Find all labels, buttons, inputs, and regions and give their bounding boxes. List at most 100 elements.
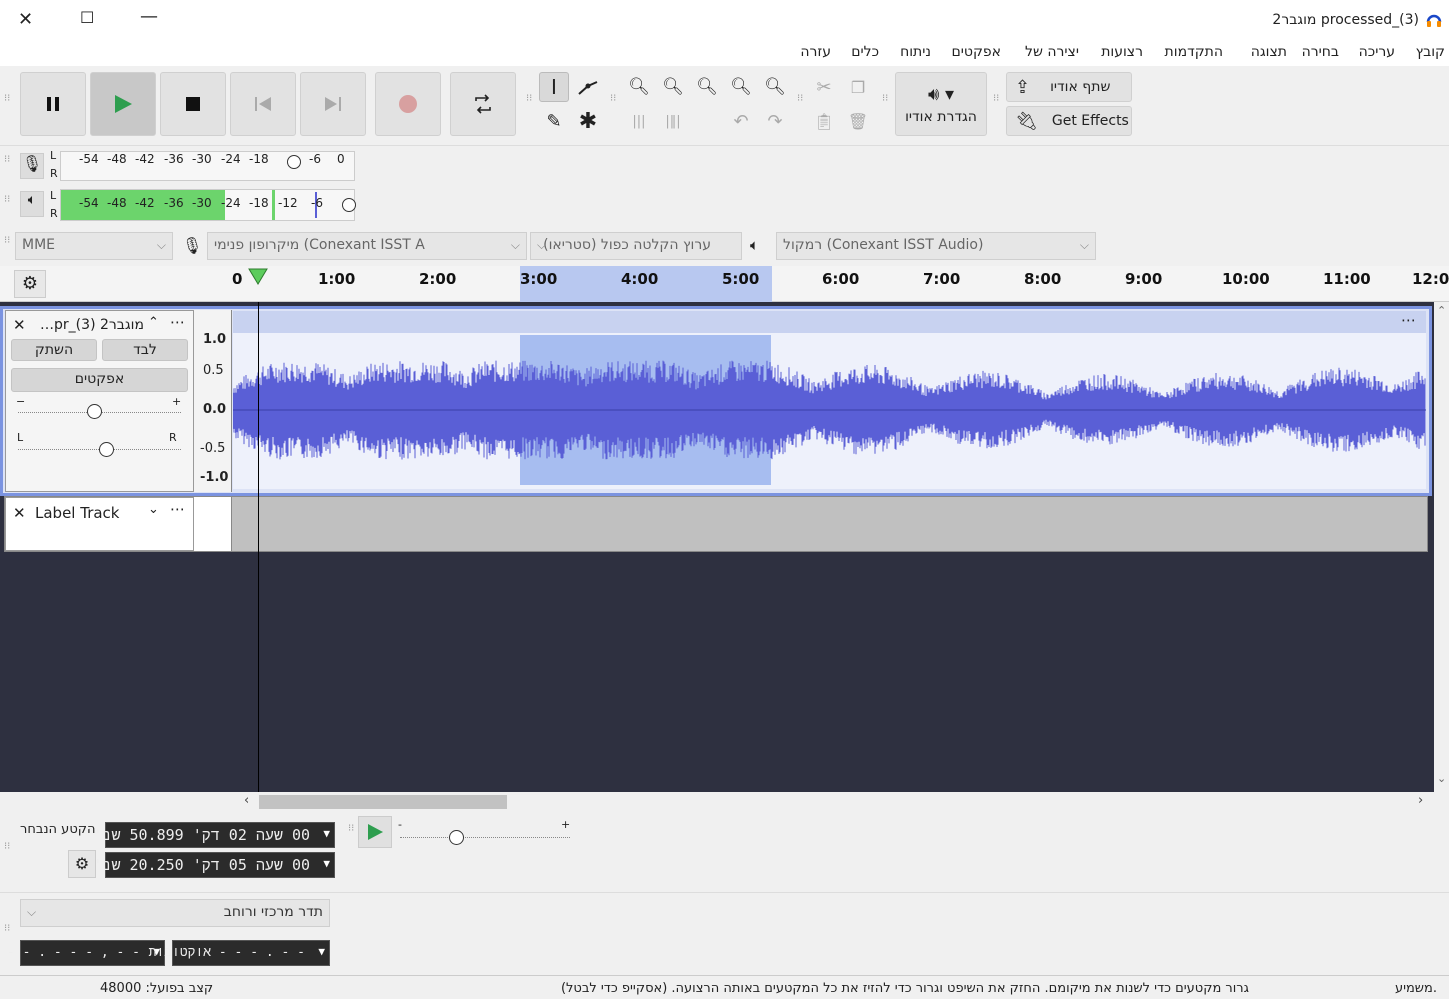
selection-settings-button[interactable]: ⚙ (68, 850, 96, 878)
clip-menu-button[interactable]: ⋯ (1401, 311, 1416, 329)
bandwidth-octaves-field[interactable]: - - . - - - אוקטובות ▼ (149, 940, 330, 966)
zoom-toggle-button[interactable]: 🔍︎ (760, 72, 790, 102)
draw-tool-button[interactable]: ✎ (539, 106, 569, 136)
close-track-button[interactable]: ✕ (13, 504, 26, 522)
track-menu-button[interactable]: ⋯ (170, 313, 185, 331)
pan-slider-thumb[interactable] (99, 442, 114, 457)
label-track-name[interactable]: Label Track (35, 504, 120, 522)
selection-start-time[interactable]: 00 שעה 02 דק' 50.899 שנ' ▼ (93, 822, 335, 848)
record-button[interactable] (375, 72, 441, 136)
speed-slider-thumb[interactable] (449, 830, 464, 845)
trim-button[interactable]: ||| (624, 106, 654, 136)
menu-tools[interactable]: כלים (851, 44, 879, 60)
menu-effects[interactable]: אפקטים (951, 44, 1001, 60)
toolbar-grip-icon[interactable]: ⁝⁝ (4, 842, 10, 852)
envelope-tool-button[interactable] (573, 72, 603, 102)
playback-level-slider-thumb[interactable] (342, 198, 356, 212)
toolbar-grip-icon[interactable]: ⁝⁝ (797, 94, 803, 104)
horizontal-scrollbar[interactable]: ‹ › (232, 792, 1449, 812)
selection-tool-button[interactable]: I (539, 72, 569, 102)
paste-button[interactable]: 📋︎ (809, 106, 839, 136)
clip-header[interactable] (233, 311, 1426, 333)
menu-select[interactable]: בחירה (1302, 44, 1339, 60)
minimize-window-button[interactable]: — (140, 6, 158, 27)
skip-end-button[interactable] (300, 72, 366, 136)
collapse-track-button[interactable]: ⌃ (148, 315, 159, 330)
close-window-button[interactable]: ✕ (18, 9, 33, 30)
copy-button[interactable]: ❐ (843, 72, 873, 102)
skip-start-button[interactable] (230, 72, 296, 136)
selection-end-time[interactable]: 00 שעה 05 דק' 20.250 שנ' ▼ (93, 852, 335, 878)
record-meter-button[interactable]: 🎙︎ (20, 153, 44, 179)
toolbar-grip-icon[interactable]: ⁝⁝ (4, 155, 10, 165)
silence-button[interactable]: |‖| (658, 106, 688, 136)
menu-edit[interactable]: עריכה (1359, 44, 1395, 60)
toolbar-grip-icon[interactable]: ⁝⁝ (610, 94, 616, 104)
share-audio-button[interactable]: ⇪ שתף אודיו (1006, 72, 1132, 102)
recording-channels-select[interactable]: ערוץ הקלטה כפול (סטריאו) ⌵ (530, 232, 742, 260)
fit-project-button[interactable]: 🔍︎ (726, 72, 756, 102)
maximize-window-button[interactable]: ☐ (80, 8, 94, 27)
record-level-slider-thumb[interactable] (287, 155, 301, 169)
playback-device-select[interactable]: רמקול (Conexant ISST Audio) ⌵ (776, 232, 1096, 260)
horizontal-scroll-thumb[interactable] (259, 795, 507, 809)
toolbar-grip-icon[interactable]: ⁝⁝ (4, 94, 10, 104)
audio-setup-button[interactable]: 🔊︎ ▾ הגדרת אודיו (895, 72, 987, 136)
speed-slider-track[interactable] (400, 837, 570, 838)
play-meter[interactable]: -54 -48 -42 -36 -30 -24 -18 -12 -6 (60, 189, 356, 221)
undo-button[interactable]: ↶ (726, 106, 756, 136)
cut-button[interactable]: ✂ (809, 72, 839, 102)
menu-generate[interactable]: יצירה של (1025, 44, 1079, 60)
play-at-speed-button[interactable] (358, 816, 392, 848)
play-meter-button[interactable]: 🔈︎ (20, 191, 44, 217)
gain-slider-thumb[interactable] (87, 404, 102, 419)
expand-track-button[interactable]: ⌄ (148, 502, 159, 517)
delete-button[interactable]: 🗑︎ (843, 106, 873, 136)
menu-file[interactable]: קובץ (1416, 44, 1445, 60)
menu-transport[interactable]: התקדמות (1165, 44, 1223, 60)
stop-button[interactable] (160, 72, 226, 136)
center-frequency-field[interactable]: - - , - - - . - - הרץ▼ (0, 940, 165, 966)
loop-button[interactable] (450, 72, 516, 136)
toolbar-grip-icon[interactable]: ⁝⁝ (348, 824, 354, 834)
pause-button[interactable] (20, 72, 86, 136)
multi-tool-button[interactable]: ✱ (573, 106, 603, 136)
toolbar-grip-icon[interactable]: ⁝⁝ (993, 94, 999, 104)
menu-view[interactable]: תצוגה (1251, 44, 1287, 60)
track-name[interactable]: מוגבר2 (3)_pr… (34, 317, 144, 333)
track-effects-button[interactable]: אפקטים (11, 368, 188, 392)
mute-button[interactable]: השתק (11, 339, 97, 361)
menu-help[interactable]: עזרה (800, 44, 831, 60)
fit-selection-button[interactable]: 🔍︎ (692, 72, 722, 102)
vertical-scrollbar[interactable]: ⌃ ⌄ (1434, 302, 1449, 792)
amplitude-scale[interactable]: 1.0 0.5 0.0 -0.5 -1.0 (194, 310, 232, 492)
toolbar-grip-icon[interactable]: ⁝⁝ (526, 94, 532, 104)
scroll-down-icon[interactable]: ⌄ (1437, 772, 1446, 785)
spectral-frequency-select[interactable]: תדר מרכזי ורוחב ⌵ (20, 899, 330, 927)
play-head-marker-icon[interactable] (248, 268, 268, 286)
scroll-right-icon[interactable]: › (1418, 793, 1423, 808)
scroll-left-icon[interactable]: ‹ (244, 793, 249, 808)
toolbar-grip-icon[interactable]: ⁝⁝ (4, 924, 10, 934)
play-button[interactable] (90, 72, 156, 136)
zoom-in-button[interactable]: 🔍︎ (624, 72, 654, 102)
zoom-out-button[interactable]: 🔍︎ (658, 72, 688, 102)
close-track-button[interactable]: ✕ (13, 316, 26, 334)
timeline-settings-button[interactable]: ⚙ (14, 270, 46, 298)
menu-tracks[interactable]: רצועות (1101, 44, 1143, 60)
toolbar-grip-icon[interactable]: ⁝⁝ (882, 94, 888, 104)
menu-analyze[interactable]: ניתוח (900, 44, 931, 60)
redo-button[interactable]: ↷ (760, 106, 790, 136)
toolbar-grip-icon[interactable]: ⁝⁝ (4, 195, 10, 205)
record-meter[interactable]: -54 -48 -42 -36 -30 -24 -18 -12 -6 0 (60, 151, 355, 181)
scroll-up-icon[interactable]: ⌃ (1437, 304, 1446, 317)
audio-host-select[interactable]: MME ⌵ (15, 232, 173, 260)
track-menu-button[interactable]: ⋯ (170, 500, 185, 518)
tracks-area[interactable]: ✕ מוגבר2 (3)_pr… ⌃ ⋯ השתק לבד אפקטים − +… (0, 302, 1434, 792)
toolbar-grip-icon[interactable]: ⁝⁝ (4, 236, 10, 246)
get-effects-button[interactable]: 🔌︎ Get Effects (1006, 106, 1132, 136)
recording-device-select[interactable]: מיקרופון פנימי (Conexant ISST A ⌵ (207, 232, 527, 260)
audio-clip[interactable]: ⋯ (233, 311, 1426, 489)
solo-button[interactable]: לבד (102, 339, 188, 361)
timeline-ruler[interactable]: ⚙ 0 1:00 2:00 3:00 4:00 5:00 6:00 7:00 8… (0, 266, 1449, 302)
